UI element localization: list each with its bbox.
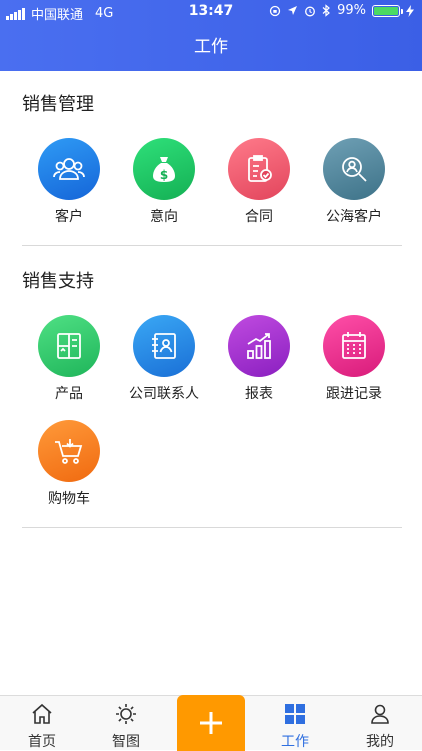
shopping-cart-icon — [55, 439, 83, 464]
battery-level — [374, 6, 398, 15]
tab-work[interactable]: 工作 — [253, 696, 337, 751]
status-bar: 中国联通 4G 13:47 99% — [0, 0, 422, 24]
grid-item-label: 合同 — [245, 209, 273, 225]
rotation-lock-icon — [269, 5, 281, 16]
bluetooth-icon — [322, 4, 331, 17]
tab-smart-map[interactable]: 智图 — [84, 696, 168, 751]
grid-item-label: 报表 — [245, 386, 273, 402]
battery-icon — [372, 4, 403, 17]
tab-home[interactable]: 首页 — [0, 696, 84, 751]
contract-clipboard-icon — [248, 155, 272, 182]
tab-label: 我的 — [366, 734, 394, 750]
app-header: 中国联通 4G 13:47 99% 工作 — [0, 0, 422, 71]
calendar-record-icon — [342, 332, 366, 359]
svg-text:$: $ — [160, 168, 168, 182]
tab-mine[interactable]: 我的 — [338, 696, 422, 751]
tab-label: 工作 — [281, 734, 309, 750]
grid-item-follow-up-records[interactable]: 跟进记录 — [306, 315, 402, 403]
grid-item-label: 客户 — [55, 209, 83, 225]
grid-item-customers[interactable]: 客户 — [21, 138, 117, 226]
grid-item-public-customers[interactable]: 公海客户 — [306, 138, 402, 226]
sun-icon — [116, 704, 136, 724]
status-right: 99% — [269, 3, 414, 18]
contact-book-icon — [152, 333, 176, 359]
grid-item-label: 购物车 — [48, 491, 90, 507]
section-title-sales-support: 销售支持 — [22, 271, 94, 292]
grid-item-company-contacts[interactable]: 公司联系人 — [116, 315, 212, 403]
section-title-sales-management: 销售管理 — [22, 94, 94, 115]
company-contacts-circle — [133, 315, 195, 377]
grid-item-label: 产品 — [55, 386, 83, 402]
grid-item-label: 公海客户 — [326, 209, 382, 225]
location-arrow-icon — [288, 6, 298, 15]
battery-percent: 99% — [337, 3, 366, 18]
grid-item-intention[interactable]: $ 意向 — [116, 138, 212, 226]
public-customers-circle — [323, 138, 385, 200]
contract-circle — [228, 138, 290, 200]
product-circle — [38, 315, 100, 377]
money-bag-icon: $ — [153, 157, 175, 182]
grid-item-label: 意向 — [150, 209, 178, 225]
person-icon — [371, 704, 389, 724]
grid-item-contract[interactable]: 合同 — [211, 138, 307, 226]
add-button[interactable] — [177, 695, 245, 751]
grid-item-reports[interactable]: 报表 — [211, 315, 307, 403]
charging-icon — [406, 4, 414, 17]
bottom-tab-bar: 首页 智图 工作 我的 — [0, 695, 422, 751]
grid-item-label: 公司联系人 — [129, 386, 199, 402]
tab-label: 首页 — [28, 734, 56, 750]
page-title: 工作 — [194, 37, 228, 57]
home-icon — [32, 703, 52, 724]
report-chart-icon — [247, 333, 271, 359]
product-cabinet-icon — [57, 333, 81, 359]
grid-item-shopping-cart[interactable]: 购物车 — [21, 420, 117, 508]
search-person-icon — [342, 157, 367, 182]
plus-icon — [200, 712, 222, 734]
grid-item-product[interactable]: 产品 — [21, 315, 117, 403]
reports-circle — [228, 315, 290, 377]
tab-label: 智图 — [112, 734, 140, 750]
customers-icon — [53, 158, 85, 180]
customers-circle — [38, 138, 100, 200]
intention-circle: $ — [133, 138, 195, 200]
shopping-cart-circle — [38, 420, 100, 482]
alarm-icon — [305, 6, 316, 16]
grid-item-label: 跟进记录 — [326, 386, 382, 402]
section-divider — [22, 527, 402, 528]
section-divider — [22, 245, 402, 246]
follow-up-records-circle — [323, 315, 385, 377]
grid-icon — [285, 704, 305, 724]
